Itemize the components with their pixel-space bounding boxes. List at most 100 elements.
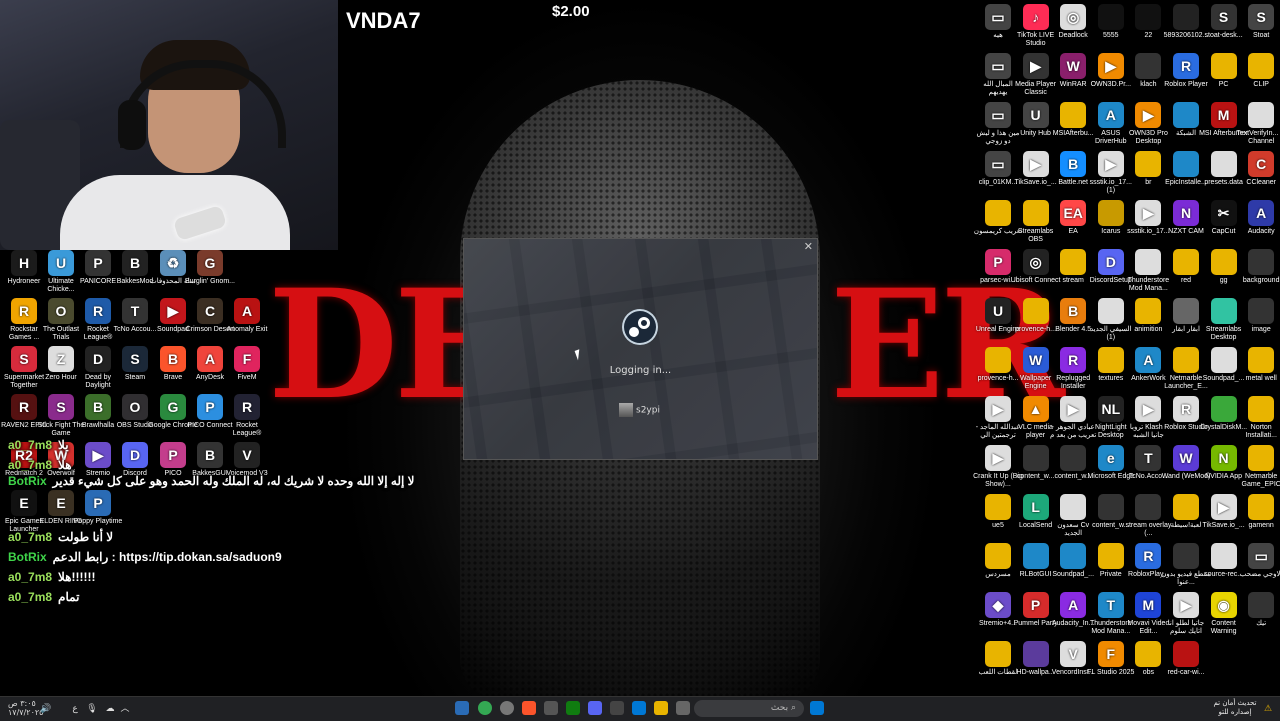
close-icon[interactable]: ✕: [804, 240, 813, 253]
desktop-icon[interactable]: metal well: [1236, 347, 1280, 383]
desktop-icon[interactable]: تيك: [1236, 592, 1280, 628]
settings-taskbar-icon[interactable]: [500, 701, 514, 715]
chat-text: رابط الدعم : https://tip.dokan.sa/saduon…: [52, 550, 282, 564]
desktop-icon[interactable]: R Rocket League®: [222, 394, 272, 438]
chat-message: BotRix رابط الدعم : https://tip.dokan.sa/…: [8, 550, 308, 564]
desktop-icon[interactable]: CLIP: [1236, 53, 1280, 89]
desktop-icon-label: لعبة!سيطة: [1170, 522, 1202, 529]
xbox-taskbar-icon[interactable]: [566, 701, 580, 715]
microphone-tray-icon[interactable]: 🎙: [86, 701, 98, 717]
desktop-icon[interactable]: C CCleaner: [1236, 151, 1280, 187]
desktop-icon-label: CLIP: [1253, 81, 1269, 88]
desktop-icon-label: AnyDesk: [195, 374, 224, 381]
desktop-icon[interactable]: TextVerifyIn... to Channel: [1236, 102, 1280, 146]
chrome-taskbar-icon[interactable]: [478, 701, 492, 715]
brave-taskbar-icon[interactable]: [522, 701, 536, 715]
app-icon: [1173, 543, 1199, 569]
app-icon: E: [48, 490, 74, 516]
desktop-icon[interactable]: red-car-wi...: [1161, 641, 1211, 677]
desktop-icon-label: gg: [1219, 277, 1228, 284]
app-icon: [1022, 641, 1049, 667]
warning-icon[interactable]: ⚠: [1262, 701, 1274, 717]
app-icon: O: [48, 298, 74, 324]
desktop-icon[interactable]: S Stoat: [1236, 4, 1280, 40]
desktop-icon-label: Steam: [124, 374, 146, 381]
tray-chevron-icon[interactable]: ︿: [120, 701, 130, 717]
store-taskbar-icon[interactable]: [632, 701, 646, 715]
desktop-icon-label: المبال الله يهديهم: [983, 81, 1013, 96]
app-taskbar-icon[interactable]: [544, 701, 558, 715]
streamer-name: VNDA7: [346, 8, 421, 33]
desktop-icon-label: Poppy Playtime: [73, 518, 123, 525]
desktop-icon-label: Rocket League®: [232, 422, 262, 437]
desktop-icon[interactable]: A Anomaly Exit: [222, 298, 272, 334]
app-icon: A: [1135, 347, 1162, 373]
steam-taskbar-icon[interactable]: [455, 701, 469, 715]
desktop-icon-label: animition: [1134, 326, 1163, 333]
desktop-icon[interactable]: background: [1236, 249, 1280, 285]
app-icon: F: [1097, 641, 1124, 667]
app-icon: [1060, 249, 1087, 275]
app-icon: [1248, 396, 1275, 422]
task-view-icon[interactable]: [676, 701, 690, 715]
chat-text: لا أنا طولت: [58, 530, 114, 544]
discord-taskbar-icon[interactable]: [588, 701, 602, 715]
volume-icon[interactable]: 🔊: [40, 701, 52, 717]
app-icon: [1210, 347, 1237, 373]
desktop-icon[interactable]: G Burglin' Gnom...: [185, 250, 235, 286]
app-icon: [1248, 592, 1275, 618]
desktop-icon-label: image: [1251, 326, 1271, 333]
app-icon: ◆: [985, 592, 1011, 618]
network-icon[interactable]: ☁: [104, 701, 116, 717]
app-icon: [1173, 151, 1199, 177]
app-icon: S: [122, 346, 148, 372]
taskbar-search-input[interactable]: بحث ⌕: [694, 700, 804, 717]
app-icon: [1173, 249, 1199, 275]
desktop-icon[interactable]: ▭ الاوجي مضحب: [1236, 543, 1280, 579]
update-notification[interactable]: تحديث أمان تم إصداره للتو: [1210, 699, 1260, 717]
app-icon: [1097, 200, 1124, 226]
chat-message: a0_7m8 تمام: [8, 590, 308, 604]
desktop-icon[interactable]: gamenn: [1236, 494, 1280, 530]
desktop-icon[interactable]: F FiveM: [222, 346, 272, 382]
app-icon: U: [985, 298, 1011, 324]
clock[interactable]: ٣:٠٥ ص ١٧/٧/٢٠٢٥: [8, 699, 43, 717]
language-indicator[interactable]: ع: [70, 701, 80, 717]
app-icon: B: [160, 346, 186, 372]
app-icon: [1210, 298, 1237, 324]
app-icon: M: [1135, 592, 1162, 618]
desktop-icon[interactable]: P Poppy Playtime: [73, 490, 123, 526]
file-explorer-icon[interactable]: [654, 701, 668, 715]
app-icon: ◎: [1022, 249, 1049, 275]
windows-start-icon[interactable]: [810, 701, 824, 715]
desktop-icon-label: gamenn: [1248, 522, 1274, 529]
desktop-icon-label: تيك: [1256, 620, 1267, 627]
desktop-icon-label: background: [1242, 277, 1280, 284]
desktop-icon[interactable]: image: [1236, 298, 1280, 334]
steam-login-dialog: ✕ Logging in... s2ypi: [463, 238, 818, 460]
app-icon: ▭: [985, 102, 1011, 128]
app-icon: C: [197, 298, 223, 324]
app-icon: S: [1248, 4, 1275, 30]
login-status: Logging in...: [609, 365, 672, 376]
desktop-icon[interactable]: Norton Installati...: [1236, 396, 1280, 440]
desktop-icon-label: Norton Installati...: [1245, 424, 1277, 439]
chat-username: BotRix: [8, 474, 47, 488]
app-icon: [1248, 298, 1275, 324]
app-icon: ◎: [1060, 4, 1087, 30]
desktop-icon[interactable]: Netmarble Game_EPIC: [1236, 445, 1280, 489]
person-body: [60, 175, 290, 250]
desktop-icon-label: Dead by Daylight: [84, 374, 112, 389]
app-icon: [1173, 4, 1199, 30]
desktop-icon-label: WinRAR: [1059, 81, 1087, 88]
desktop-icon[interactable]: A Audacity: [1236, 200, 1280, 236]
tool-taskbar-icon[interactable]: [610, 701, 624, 715]
app-icon: T: [122, 298, 148, 324]
app-icon: S: [48, 394, 74, 420]
app-icon: N: [1173, 200, 1199, 226]
app-icon: F: [234, 346, 260, 372]
chat-username: a0_7m8: [8, 530, 53, 544]
desktop-icon-label: LocalSend: [1019, 522, 1053, 529]
app-icon: A: [197, 346, 223, 372]
desktop-icon-label: ASUS DriverHub: [1095, 130, 1127, 145]
